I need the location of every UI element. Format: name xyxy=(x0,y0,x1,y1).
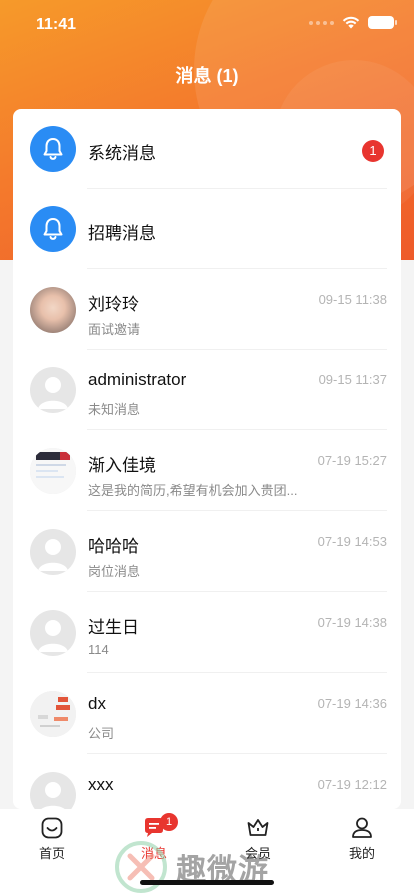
home-indicator xyxy=(140,880,274,885)
tab-badge: 1 xyxy=(160,813,178,831)
list-item-system[interactable]: 系统消息 1 xyxy=(13,109,401,189)
avatar xyxy=(30,448,76,494)
watermark: 趣微游 xyxy=(112,838,269,896)
bell-icon xyxy=(30,126,76,172)
divider xyxy=(87,672,387,673)
tab-label: 我的 xyxy=(348,846,375,861)
divider xyxy=(87,268,387,269)
message-preview: 114 xyxy=(88,642,109,657)
list-item[interactable]: 过生日 114 07-19 14:38 xyxy=(13,593,401,673)
message-name: 招聘消息 xyxy=(88,224,156,243)
message-time: 09-15 11:37 xyxy=(318,372,387,387)
message-preview: 这是我的简历,希望有机会加入贵团... xyxy=(88,483,298,498)
avatar-placeholder-icon xyxy=(30,529,76,575)
wifi-icon xyxy=(342,16,360,29)
message-preview: 公司 xyxy=(88,726,115,741)
message-time: 07-19 14:36 xyxy=(317,696,387,711)
avatar xyxy=(30,691,76,737)
message-name: 刘玲玲 xyxy=(88,295,139,314)
tab-label: 首页 xyxy=(38,846,65,861)
list-item[interactable]: dx 公司 07-19 14:36 xyxy=(13,674,401,754)
message-time: 07-19 14:38 xyxy=(317,615,387,630)
list-item[interactable]: 哈哈哈 岗位消息 07-19 14:53 xyxy=(13,512,401,592)
divider xyxy=(87,591,387,592)
tab-home[interactable]: 首页 xyxy=(12,815,92,862)
page-title: 消息 (1) xyxy=(175,66,239,86)
avatar-placeholder-icon xyxy=(30,610,76,656)
message-time: 09-15 11:38 xyxy=(318,292,387,307)
message-preview: 未知消息 xyxy=(88,402,141,417)
avatar-placeholder-icon xyxy=(30,367,76,413)
message-time: 07-19 14:53 xyxy=(317,534,387,549)
status-icons xyxy=(309,16,397,29)
message-preview: 岗位消息 xyxy=(88,564,141,579)
message-name: xxx xyxy=(88,775,114,794)
divider xyxy=(87,753,387,754)
message-name: 渐入佳境 xyxy=(88,456,156,475)
message-name: dx xyxy=(88,694,106,713)
message-name: 系统消息 xyxy=(88,144,156,163)
tab-mine[interactable]: 我的 xyxy=(322,815,402,862)
status-time: 11:41 xyxy=(36,16,77,33)
bell-icon xyxy=(30,206,76,252)
unread-badge: 1 xyxy=(362,140,384,162)
divider xyxy=(87,429,387,430)
message-name: 哈哈哈 xyxy=(88,537,139,556)
avatar-placeholder-icon xyxy=(30,772,76,809)
message-preview: 面试邀请 xyxy=(88,322,141,337)
message-list: 系统消息 1 招聘消息 刘玲玲 面试邀请 09-15 11:38 adminis… xyxy=(13,109,401,809)
list-item[interactable]: xxx 07-19 12:12 xyxy=(13,755,401,809)
user-icon xyxy=(352,817,372,838)
signal-icon xyxy=(309,20,334,25)
home-icon xyxy=(41,817,63,839)
message-time: 07-19 15:27 xyxy=(317,453,387,468)
list-item[interactable]: administrator 未知消息 09-15 11:37 xyxy=(13,350,401,430)
watermark-logo-icon xyxy=(115,841,167,893)
message-time: 07-19 12:12 xyxy=(317,777,387,792)
message-name: administrator xyxy=(88,370,187,389)
battery-icon xyxy=(368,16,397,29)
list-item-recruitment[interactable]: 招聘消息 xyxy=(13,189,401,269)
status-bar: 11:41 xyxy=(0,0,414,50)
message-name: 过生日 xyxy=(88,618,139,637)
list-item[interactable]: 刘玲玲 面试邀请 09-15 11:38 xyxy=(13,270,401,350)
divider xyxy=(87,510,387,511)
avatar xyxy=(30,287,76,333)
list-item[interactable]: 渐入佳境 这是我的简历,希望有机会加入贵团... 07-19 15:27 xyxy=(13,431,401,511)
